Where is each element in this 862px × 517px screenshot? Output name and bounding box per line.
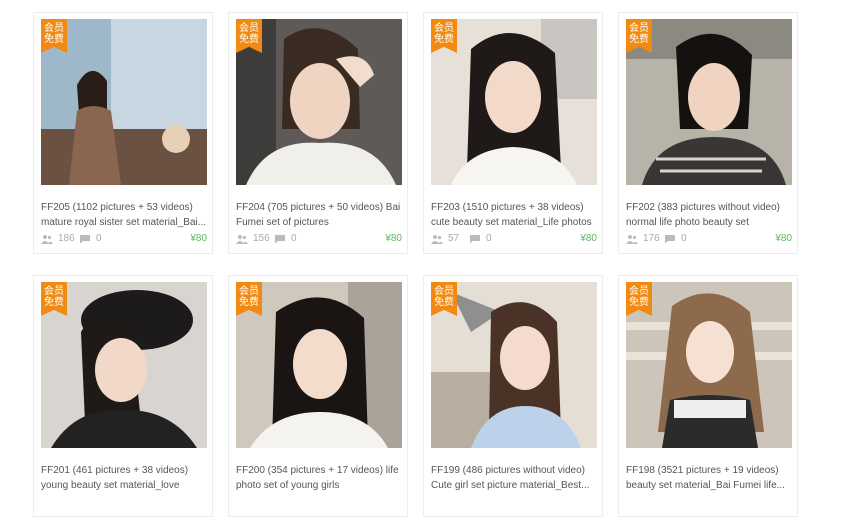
views-count: 186 xyxy=(41,233,75,244)
product-card[interactable]: 会员 免费 FF201 (461 pictures + 38 videos) yo… xyxy=(33,275,213,517)
product-title[interactable]: FF204 (705 pictures + 50 videos) Bai Fum… xyxy=(236,200,402,230)
views-count: 156 xyxy=(236,233,270,244)
comment-icon xyxy=(470,234,480,243)
product-card[interactable]: 会员 免费 FF203 (1510 pictures + 38 videos) c… xyxy=(423,12,603,254)
price: ¥80 xyxy=(385,233,402,244)
product-title[interactable]: FF198 (3521 pictures + 19 videos) beauty… xyxy=(626,463,792,493)
users-icon xyxy=(431,234,443,244)
product-card[interactable]: 会员 免费 FF200 (354 pictures + 17 videos) li… xyxy=(228,275,408,517)
price: ¥80 xyxy=(580,233,597,244)
product-title[interactable]: FF199 (486 pictures without video) Cute … xyxy=(431,463,597,493)
product-meta: 176 0 ¥80 xyxy=(626,233,792,247)
product-meta: 57 0 ¥80 xyxy=(431,233,597,247)
product-title[interactable]: FF201 (461 pictures + 38 videos) young b… xyxy=(41,463,207,493)
comment-icon xyxy=(275,234,285,243)
users-icon xyxy=(41,234,53,244)
product-card[interactable]: 会员 免费 FF204 (705 pictures + 50 videos) Ba… xyxy=(228,12,408,254)
product-card[interactable]: 会员 免费 FF198 (3521 pictures + 19 videos) b… xyxy=(618,275,798,517)
comments-count: 0 xyxy=(469,233,492,244)
users-icon xyxy=(626,234,638,244)
comments-count: 0 xyxy=(274,233,297,244)
price: ¥80 xyxy=(190,233,207,244)
views-count: 57 xyxy=(431,233,459,244)
users-icon xyxy=(236,234,248,244)
comment-icon xyxy=(80,234,90,243)
product-card[interactable]: 会员 免费 FF199 (486 pictures without video) … xyxy=(423,275,603,517)
product-card[interactable]: 会员 免费 FF202 (383 pictures without video) … xyxy=(618,12,798,254)
views-count: 176 xyxy=(626,233,660,244)
product-title[interactable]: FF205 (1102 pictures + 53 videos) mature… xyxy=(41,200,207,230)
product-title[interactable]: FF203 (1510 pictures + 38 videos) cute b… xyxy=(431,200,597,230)
comments-count: 0 xyxy=(664,233,687,244)
product-title[interactable]: FF202 (383 pictures without video) norma… xyxy=(626,200,792,230)
comment-icon xyxy=(665,234,675,243)
product-title[interactable]: FF200 (354 pictures + 17 videos) life ph… xyxy=(236,463,402,493)
product-meta: 156 0 ¥80 xyxy=(236,233,402,247)
price: ¥80 xyxy=(775,233,792,244)
product-card[interactable]: 会员 免费 FF205 (1102 pictures + 53 videos) m… xyxy=(33,12,213,254)
product-meta: 186 0 ¥80 xyxy=(41,233,207,247)
comments-count: 0 xyxy=(79,233,102,244)
